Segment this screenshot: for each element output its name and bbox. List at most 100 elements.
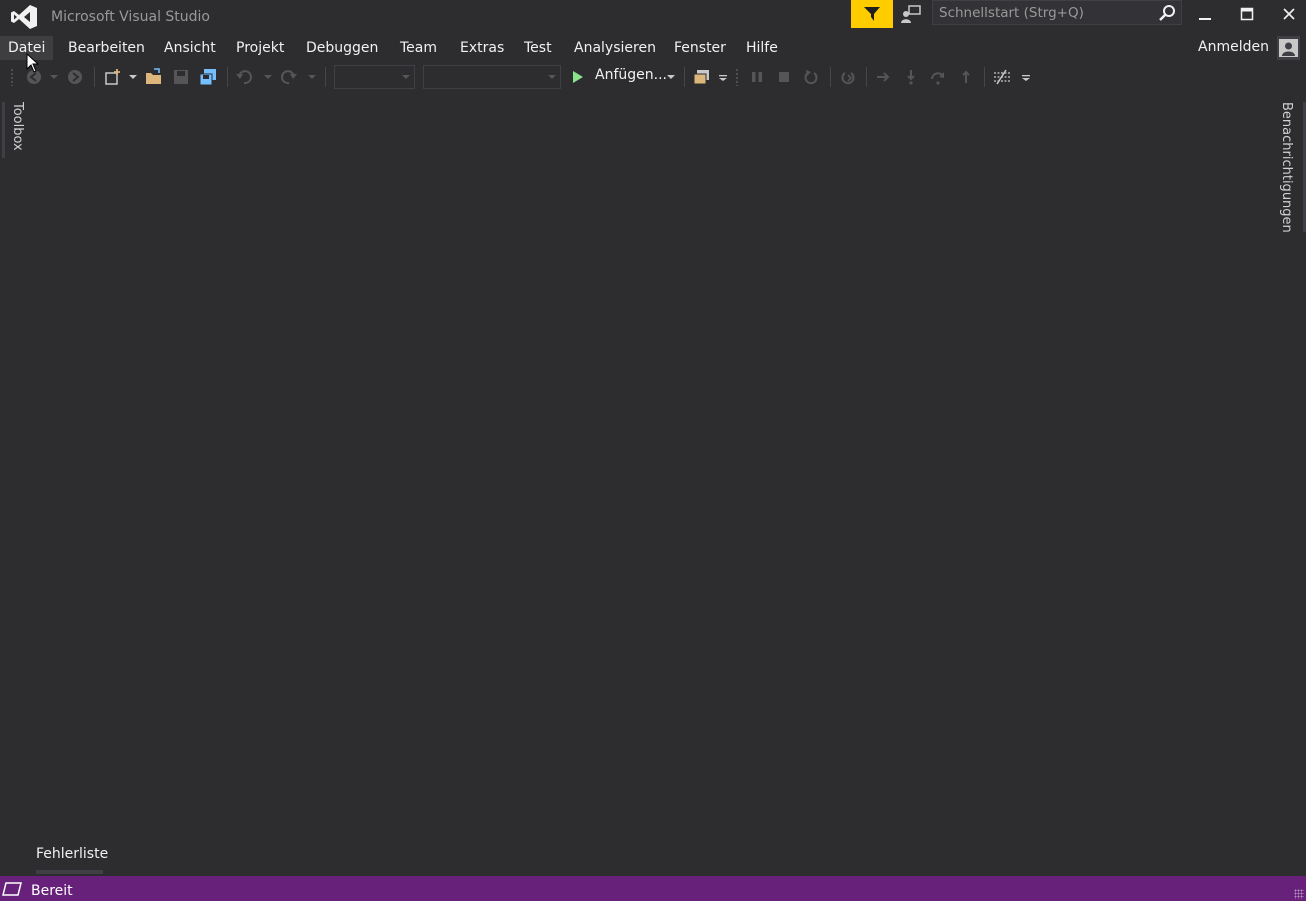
restart-icon: [804, 70, 818, 85]
start-button-label[interactable]: Anfügen...: [595, 67, 667, 83]
window-title: Microsoft Visual Studio: [51, 9, 210, 25]
status-text: Bereit: [31, 883, 73, 899]
forward-button[interactable]: [63, 62, 87, 92]
toolbar-separator: [830, 67, 831, 87]
play-icon: [573, 71, 583, 83]
arrow-right-icon: [877, 72, 890, 82]
menu-analysieren[interactable]: Analysieren: [566, 36, 664, 60]
save-button[interactable]: [169, 62, 193, 92]
step-into-button[interactable]: [900, 62, 922, 92]
back-dropdown[interactable]: [47, 62, 61, 92]
undo-dropdown[interactable]: [261, 62, 275, 92]
toolbox-tab-label[interactable]: Toolbox: [10, 102, 25, 151]
minimize-icon: [1199, 18, 1211, 20]
account-icon[interactable]: [1277, 36, 1300, 60]
feedback-button[interactable]: [851, 0, 893, 28]
maximize-icon: [1240, 7, 1254, 21]
signin-link[interactable]: Anmelden: [1198, 39, 1269, 55]
error-list-tab-indicator: [36, 870, 103, 874]
chevron-down-icon: [719, 75, 727, 81]
open-button[interactable]: [142, 62, 166, 92]
show-next-statement-button[interactable]: [837, 62, 859, 92]
menu-projekt[interactable]: Projekt: [228, 36, 292, 60]
pause-icon: [752, 72, 762, 82]
toolbar-options-dropdown[interactable]: [1019, 62, 1033, 92]
process-icon: [693, 70, 709, 85]
menu-test[interactable]: Test: [516, 36, 560, 60]
status-window-icon: [2, 882, 22, 896]
toolbar-grip[interactable]: [10, 68, 14, 86]
solution-platform-select[interactable]: [423, 65, 561, 89]
forward-icon: [68, 70, 82, 84]
chevron-down-icon: [264, 75, 272, 79]
new-project-icon: [105, 69, 120, 85]
save-all-icon: [199, 69, 216, 86]
menu-fenster[interactable]: Fenster: [666, 36, 734, 60]
toolbar-separator: [227, 67, 228, 87]
redo-dropdown[interactable]: [305, 62, 319, 92]
toolbar-separator: [984, 67, 985, 87]
step-out-icon: [962, 70, 970, 83]
undo-icon: [236, 70, 252, 85]
show-next-button[interactable]: [872, 62, 894, 92]
chevron-down-icon: [1022, 75, 1030, 81]
undo-button[interactable]: [232, 62, 256, 92]
chevron-down-icon: [308, 75, 316, 79]
chevron-down-icon: [667, 75, 675, 79]
notifications-tab-label[interactable]: Benachrichtigungen: [1279, 102, 1294, 233]
open-folder-icon: [146, 68, 161, 84]
customize-icon: [994, 69, 1010, 85]
close-icon: [1283, 8, 1295, 20]
maximize-button[interactable]: [1226, 0, 1268, 28]
chevron-down-icon: [50, 75, 58, 79]
quick-launch-input[interactable]: [933, 1, 1165, 24]
vs-window: Microsoft Visual Studio Schnellstart (St…: [0, 0, 1306, 901]
quick-launch[interactable]: [932, 0, 1182, 25]
chevron-down-icon: [129, 75, 137, 79]
menu-bar: Datei Bearbeiten Ansicht Projekt Debugge…: [0, 36, 1306, 60]
step-over-button[interactable]: [927, 62, 949, 92]
filter-icon: [864, 7, 880, 21]
live-share-icon[interactable]: [899, 2, 923, 26]
redo-button[interactable]: [277, 62, 301, 92]
error-list-tab[interactable]: Fehlerliste: [36, 846, 108, 862]
chevron-down-icon: [402, 75, 410, 79]
menu-bearbeiten[interactable]: Bearbeiten: [60, 36, 153, 60]
process-dropdown[interactable]: [716, 62, 730, 92]
pause-button[interactable]: [746, 62, 768, 92]
toolbar-separator: [94, 67, 95, 87]
stop-icon: [779, 72, 789, 82]
menu-team[interactable]: Team: [392, 36, 445, 60]
chevron-down-icon: [548, 75, 556, 79]
user-icon: [1279, 39, 1298, 57]
title-bar: Microsoft Visual Studio: [0, 0, 1306, 34]
close-button[interactable]: [1268, 0, 1306, 28]
process-button[interactable]: [690, 62, 714, 92]
menu-debuggen[interactable]: Debuggen: [298, 36, 386, 60]
status-bar: Bereit: [0, 876, 1306, 901]
menu-hilfe[interactable]: Hilfe: [738, 36, 786, 60]
resize-grip[interactable]: [1294, 889, 1304, 899]
save-all-button[interactable]: [196, 62, 220, 92]
new-project-button[interactable]: [101, 62, 125, 92]
search-icon[interactable]: [1157, 3, 1177, 23]
step-into-icon: [907, 70, 915, 85]
toolbar-separator: [866, 67, 867, 87]
start-debugging-button[interactable]: [568, 62, 588, 92]
redo-icon: [281, 70, 297, 85]
visual-studio-logo-icon: [11, 5, 37, 29]
toolbar-grip[interactable]: [735, 68, 739, 86]
menu-ansicht[interactable]: Ansicht: [156, 36, 224, 60]
stop-button[interactable]: [773, 62, 795, 92]
step-out-button[interactable]: [955, 62, 977, 92]
customize-button[interactable]: [990, 62, 1014, 92]
menu-extras[interactable]: Extras: [452, 36, 512, 60]
tab-edge: [2, 102, 5, 158]
step-over-icon: [931, 72, 944, 85]
solution-configuration-select[interactable]: [334, 65, 415, 89]
new-project-dropdown[interactable]: [126, 62, 140, 92]
toolbar-separator: [325, 67, 326, 87]
restart-button[interactable]: [800, 62, 822, 92]
minimize-button[interactable]: [1184, 0, 1226, 28]
save-icon: [174, 70, 188, 84]
